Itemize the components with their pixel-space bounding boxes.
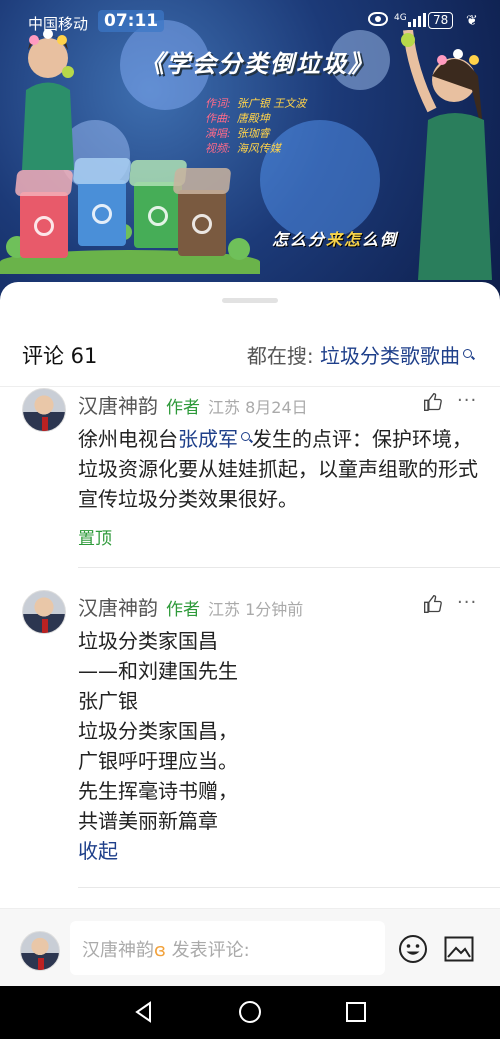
input-username: 汉唐神韵 — [82, 940, 154, 961]
comment-text: 徐州电视台张成军 发生的点评：保护环境，垃圾资源化要从娃娃抓起，以童声组歌的形式宣… — [78, 424, 483, 514]
subtitle-text: 怎么分 — [272, 230, 327, 249]
girl-left-image — [22, 29, 74, 170]
leaf-icon: ❦ — [466, 13, 478, 29]
avatar[interactable] — [22, 388, 66, 432]
search-suggestion[interactable]: 都在搜: 垃圾分类歌歌曲 — [247, 340, 472, 369]
avatar[interactable] — [20, 931, 60, 971]
mention-link[interactable]: 张成军 — [178, 427, 238, 451]
credit-row: 作曲: 唐殿坤 — [205, 111, 306, 126]
poem-line: 垃圾分类家国昌 — [78, 629, 218, 653]
author-name[interactable]: 汉唐神韵 — [78, 592, 158, 621]
poem-line: 共谱美丽新篇章 — [78, 809, 218, 833]
comment-meta: 汉唐神韵 作者 江苏 1分钟前 — [78, 592, 303, 621]
comment-text: 垃圾分类家国昌 ——和刘建国先生 张广银 垃圾分类家国昌， 广银呼吁理应当。 先… — [78, 626, 483, 866]
video-credits: 作词: 张广银 王文波 作曲: 唐殿坤 演唱: 张珈睿 视频: 海风传媒 — [205, 96, 306, 156]
signal-icon — [408, 13, 426, 27]
search-icon — [241, 432, 250, 441]
battery-indicator: 78 — [428, 12, 454, 29]
network-type: 4G — [394, 13, 407, 23]
search-icon — [463, 349, 472, 358]
video-subtitle: 怎么分来怎么倒 — [272, 226, 398, 250]
author-tag: 作者 — [166, 600, 200, 620]
credit-role: 演唱: — [205, 127, 231, 140]
carrier-label: 中国移动 — [28, 15, 89, 33]
comment-text-part: 徐州电视台 — [78, 427, 178, 451]
more-options-icon[interactable]: ··· — [457, 390, 477, 411]
credit-name: 张珈睿 — [236, 127, 270, 140]
author-tag: 作者 — [166, 398, 200, 418]
tree-decoration — [228, 238, 250, 260]
comment-meta: 汉唐神韵 作者 江苏 8月24日 — [78, 390, 308, 419]
credit-row: 演唱: 张珈睿 — [205, 126, 306, 141]
comment-divider — [78, 887, 500, 888]
poem-line: 张广银 — [78, 689, 138, 713]
trash-bin-blue — [72, 158, 132, 246]
comment-input-bar: 汉唐神韵ɞ 发表评论: — [0, 908, 500, 986]
comment-location-time: 江苏 8月24日 — [208, 398, 308, 417]
collapse-link[interactable]: 收起 — [78, 836, 483, 866]
poem-line: 广银呼吁理应当。 — [78, 749, 238, 773]
thumbs-up-icon[interactable] — [423, 594, 443, 614]
credit-name: 张广银 王文波 — [236, 97, 307, 110]
system-navigation-bar — [0, 986, 500, 1039]
credit-name: 海风传媒 — [236, 142, 281, 155]
video-player[interactable]: 中国移动 07:11 4G 78 ❦ 《学会分类倒垃圾》 作词: 张广银 王文波 … — [0, 0, 500, 300]
poem-line: 垃圾分类家国昌， — [78, 719, 238, 743]
girl-right-image — [401, 30, 492, 280]
header-divider — [0, 386, 500, 387]
image-icon[interactable] — [444, 936, 474, 962]
credit-row: 视频: 海风传媒 — [205, 141, 306, 156]
poem-line: 先生挥毫诗书赠， — [78, 779, 238, 803]
avatar[interactable] — [22, 590, 66, 634]
video-title: 《学会分类倒垃圾》 — [140, 49, 374, 78]
search-prefix: 都在搜: — [246, 344, 320, 368]
credit-role: 视频: — [205, 142, 231, 155]
more-options-icon[interactable]: ··· — [457, 592, 477, 613]
comment-location-time: 江苏 1分钟前 — [208, 600, 304, 619]
drag-handle[interactable] — [222, 298, 278, 303]
comment-count: 评论 61 — [22, 344, 98, 368]
comment-divider — [78, 567, 500, 568]
status-bar: 中国移动 07:11 4G 78 ❦ — [0, 10, 500, 36]
home-icon[interactable] — [238, 1000, 262, 1024]
author-name[interactable]: 汉唐神韵 — [78, 390, 158, 419]
clock: 07:11 — [98, 10, 165, 32]
input-placeholder: 发表评论: — [165, 940, 250, 961]
comments-header: 评论 61 都在搜: 垃圾分类歌歌曲 — [0, 332, 500, 372]
subtitle-text: 么倒 — [362, 230, 399, 249]
thumbs-up-icon[interactable] — [423, 392, 443, 412]
credit-row: 作词: 张广银 王文波 — [205, 96, 306, 111]
trash-bin-brown — [172, 168, 232, 256]
pinned-label: 置顶 — [78, 529, 112, 549]
eye-comfort-icon — [368, 12, 388, 26]
credit-role: 作词: — [205, 97, 231, 110]
search-keyword-link[interactable]: 垃圾分类歌歌曲 — [320, 344, 460, 368]
butterfly-icon: ɞ — [154, 940, 166, 961]
subtitle-highlight: 来怎 — [326, 230, 363, 249]
comment-input[interactable]: 汉唐神韵ɞ 发表评论: — [70, 921, 385, 975]
credit-role: 作曲: — [205, 112, 231, 125]
poem-line: ——和刘建国先生 — [78, 659, 238, 683]
back-icon[interactable] — [132, 1000, 156, 1024]
credit-name: 唐殿坤 — [236, 112, 270, 125]
trash-bin-red — [14, 170, 74, 258]
recents-icon[interactable] — [344, 1000, 368, 1024]
emoji-icon[interactable] — [398, 934, 428, 964]
